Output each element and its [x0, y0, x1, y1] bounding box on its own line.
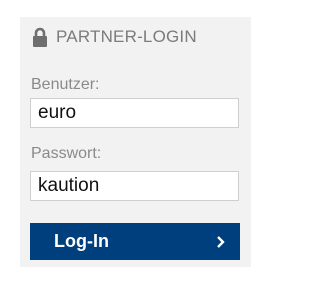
username-input[interactable]: [30, 98, 239, 128]
password-input[interactable]: [30, 171, 239, 201]
login-heading: PARTNER-LOGIN: [56, 27, 197, 46]
partner-login-panel: PARTNER-LOGIN Benutzer: Passwort: Log-In: [20, 17, 251, 267]
login-button[interactable]: Log-In: [30, 223, 240, 260]
lock-icon: [33, 27, 47, 47]
login-button-label: Log-In: [54, 231, 109, 251]
username-label: Benutzer:: [31, 76, 100, 93]
chevron-right-icon: [217, 235, 225, 248]
login-header: PARTNER-LOGIN: [32, 27, 197, 47]
password-label: Passwort:: [31, 145, 102, 162]
